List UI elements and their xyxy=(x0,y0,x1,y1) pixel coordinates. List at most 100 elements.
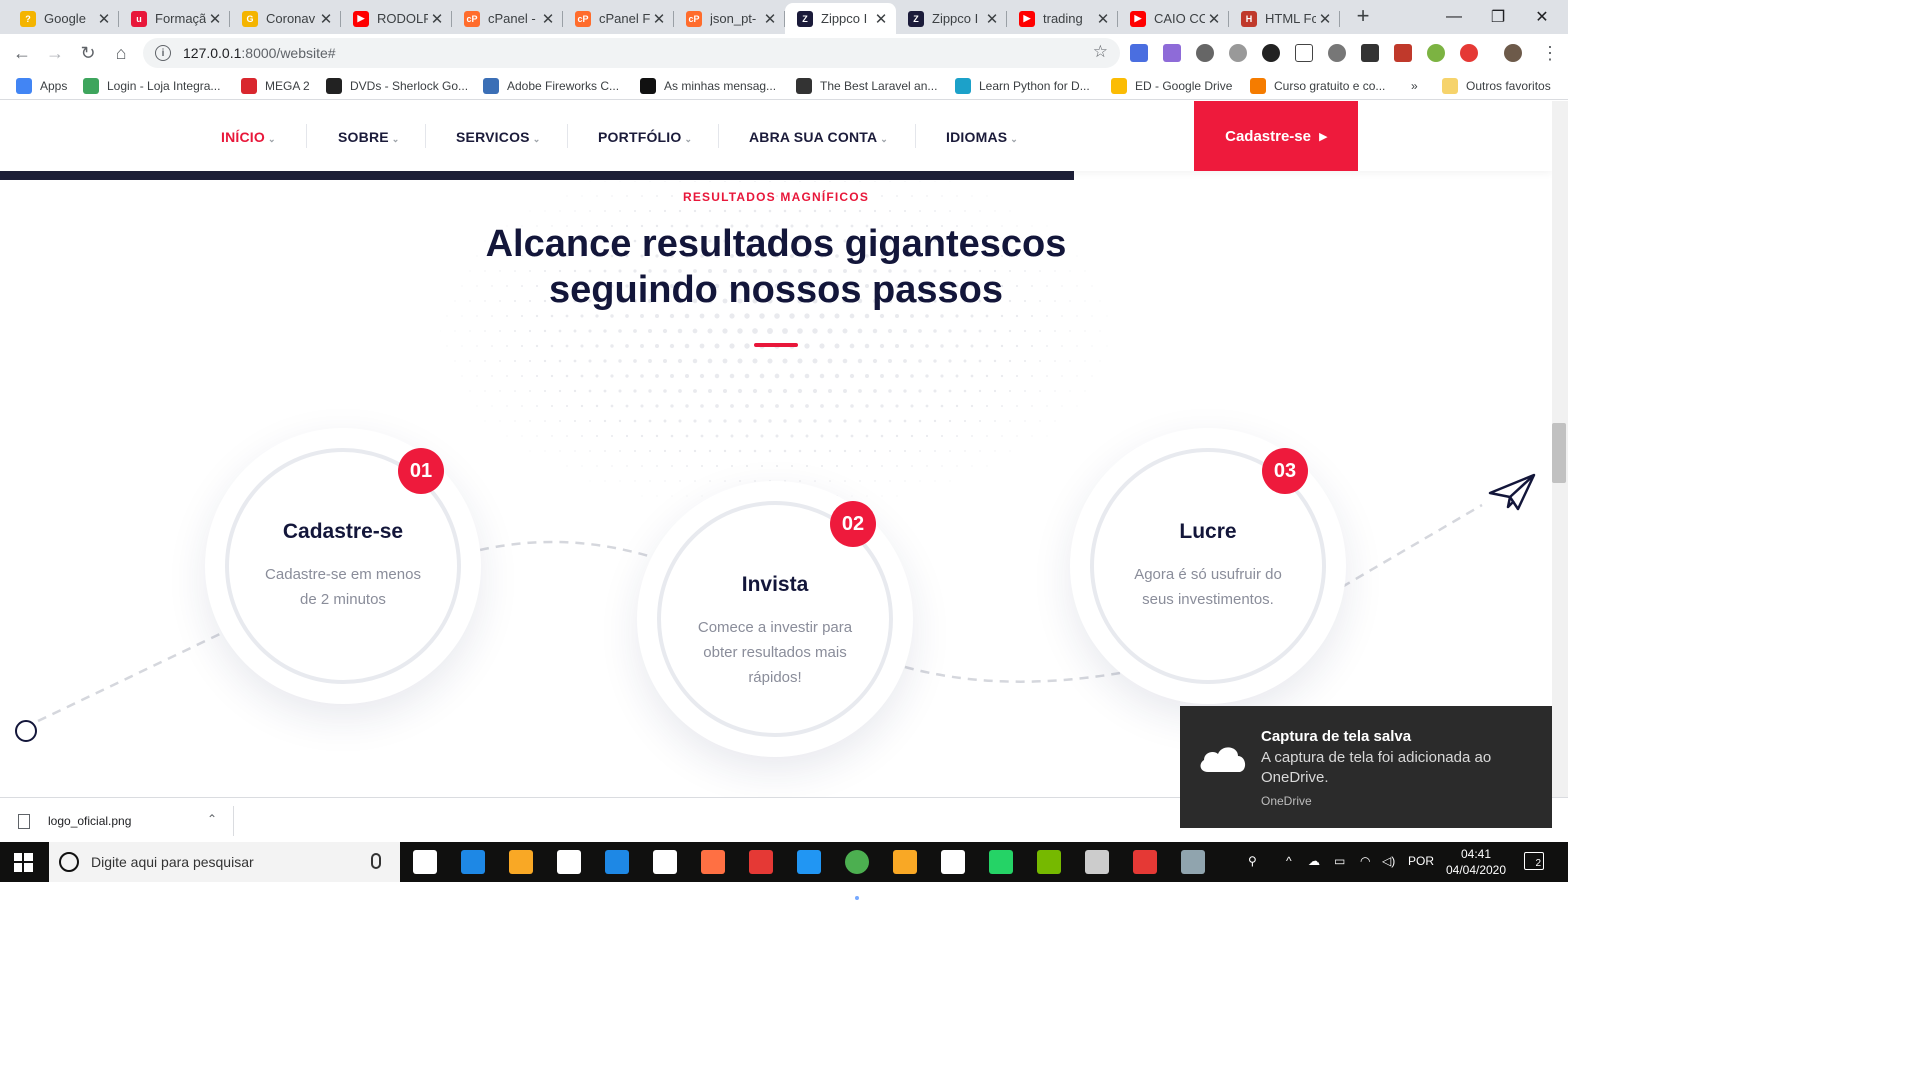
nvidia-icon[interactable] xyxy=(1037,850,1061,874)
bookmark-item[interactable]: Apps xyxy=(16,77,67,95)
show-hidden-icons[interactable]: ^ xyxy=(1286,854,1292,868)
link-extension-icon[interactable] xyxy=(1328,44,1346,62)
site-info-icon[interactable]: i xyxy=(155,45,171,61)
signup-cta-button[interactable]: Cadastre-se ▸ xyxy=(1194,101,1358,171)
new-tab-button[interactable]: + xyxy=(1352,5,1374,28)
browser-tab[interactable]: G Coronav ✕ xyxy=(230,3,341,34)
tab-close-icon[interactable]: ✕ xyxy=(95,10,113,28)
wordpress-icon[interactable] xyxy=(1196,44,1214,62)
nav-item[interactable]: IDIOMAS ⌄ xyxy=(946,129,1018,145)
bookmark-item[interactable]: DVDs - Sherlock Go... xyxy=(326,77,468,95)
bookmark-item[interactable]: Adobe Fireworks C... xyxy=(483,77,619,95)
onedrive-tray-icon[interactable]: ☁ xyxy=(1308,854,1320,868)
windows-start-icon[interactable] xyxy=(14,853,33,872)
postman-icon[interactable] xyxy=(701,850,725,874)
tab-close-icon[interactable]: ✕ xyxy=(539,10,557,28)
tab-close-icon[interactable]: ✕ xyxy=(650,10,668,28)
store-icon[interactable] xyxy=(557,850,581,874)
browser-tab[interactable]: H HTML Fc ✕ xyxy=(1229,3,1340,34)
off-extension-icon[interactable] xyxy=(1361,44,1379,62)
android-extension-icon[interactable] xyxy=(1427,44,1445,62)
browser-tab[interactable]: cP cPanel F ✕ xyxy=(563,3,674,34)
pdf-extension-icon[interactable] xyxy=(1394,44,1412,62)
wifi-icon[interactable]: ◠ xyxy=(1360,854,1370,868)
tab-close-icon[interactable]: ✕ xyxy=(1094,10,1112,28)
onedrive-notification[interactable]: Captura de tela salva A captura de tela … xyxy=(1180,706,1552,828)
minimize-button[interactable]: — xyxy=(1432,0,1476,34)
tab-close-icon[interactable]: ✕ xyxy=(206,10,224,28)
system-clock[interactable]: 04:41 04/04/2020 xyxy=(1444,846,1508,878)
browser-tab[interactable]: cP cPanel - ✕ xyxy=(452,3,563,34)
address-bar[interactable]: i 127.0.0.1:8000/website# ☆ xyxy=(143,38,1120,68)
browser-tab[interactable]: Z Zippco I ✕ xyxy=(896,3,1007,34)
back-icon[interactable]: ← xyxy=(10,41,34,65)
other-bookmarks-folder[interactable]: Outros favoritos xyxy=(1442,77,1551,95)
adblock-extension-icon[interactable] xyxy=(1460,44,1478,62)
tab-close-icon[interactable]: ✕ xyxy=(428,10,446,28)
tab-close-icon[interactable]: ✕ xyxy=(1316,10,1334,28)
people-icon[interactable]: ⚲ xyxy=(1248,854,1257,868)
home-icon[interactable]: ⌂ xyxy=(109,41,133,65)
browser-tab[interactable]: ▶ CAIO CC ✕ xyxy=(1118,3,1229,34)
bookmark-item[interactable]: ED - Google Drive xyxy=(1111,77,1232,95)
nav-item[interactable]: PORTFÓLIO ⌄ xyxy=(598,129,692,145)
app-icon[interactable] xyxy=(1085,850,1109,874)
tab-close-icon[interactable]: ✕ xyxy=(317,10,335,28)
bookmarks-overflow-button[interactable]: » xyxy=(1411,77,1418,95)
battery-icon[interactable]: ▭ xyxy=(1334,854,1345,868)
bookmark-item[interactable]: Curso gratuito e co... xyxy=(1250,77,1385,95)
mail-icon[interactable] xyxy=(605,850,629,874)
bookmark-item[interactable]: Login - Loja Integra... xyxy=(83,77,220,95)
extension-icon-1[interactable] xyxy=(1130,44,1148,62)
settings-extension-icon[interactable] xyxy=(1229,44,1247,62)
notepad-icon[interactable] xyxy=(653,850,677,874)
bookmark-item[interactable]: Learn Python for D... xyxy=(955,77,1090,95)
chrome-icon[interactable] xyxy=(845,850,869,874)
browser-tab[interactable]: u Formaçã ✕ xyxy=(119,3,230,34)
forward-icon[interactable]: → xyxy=(43,41,67,65)
reload-icon[interactable]: ↻ xyxy=(76,41,100,65)
browser-tab[interactable]: ▶ trading ✕ xyxy=(1007,3,1118,34)
scrollbar-thumb[interactable] xyxy=(1552,423,1566,483)
browser-tab[interactable]: Z Zippco I ✕ xyxy=(785,3,896,34)
download-item[interactable]: logo_oficial.png ⌃ xyxy=(18,806,234,836)
microphone-icon[interactable] xyxy=(371,853,381,869)
chevron-up-icon[interactable]: ⌃ xyxy=(207,812,217,826)
tab-close-icon[interactable]: ✕ xyxy=(1205,10,1223,28)
nav-item[interactable]: INÍCIO ⌄ xyxy=(221,129,276,145)
maximize-button[interactable]: ❐ xyxy=(1476,0,1520,34)
tab-close-icon[interactable]: ✕ xyxy=(761,10,779,28)
task-view-icon[interactable] xyxy=(413,850,437,874)
action-center-icon[interactable]: 2 xyxy=(1524,852,1544,870)
taskbar-search-box[interactable]: Digite aqui para pesquisar xyxy=(49,842,400,882)
browser-tab[interactable]: cP json_pt- ✕ xyxy=(674,3,785,34)
bookmark-star-icon[interactable]: ☆ xyxy=(1093,42,1108,62)
download-extension-icon[interactable] xyxy=(1262,44,1280,62)
vscode-icon[interactable] xyxy=(797,850,821,874)
bookmark-item[interactable]: As minhas mensag... xyxy=(640,77,776,95)
browser-tab[interactable]: ? Google ✕ xyxy=(8,3,119,34)
whatsapp-icon[interactable] xyxy=(989,850,1013,874)
git-icon[interactable] xyxy=(749,850,773,874)
file-explorer-icon[interactable] xyxy=(509,850,533,874)
remote-desktop-icon[interactable] xyxy=(1181,850,1205,874)
volume-icon[interactable]: ◁) xyxy=(1382,854,1395,868)
nav-item[interactable]: ABRA SUA CONTA ⌄ xyxy=(749,129,888,145)
json-extension-icon[interactable] xyxy=(1295,44,1313,62)
bookmark-item[interactable]: The Best Laravel an... xyxy=(796,77,937,95)
browser-menu-icon[interactable]: ⋮ xyxy=(1538,41,1562,65)
extension-icon-2[interactable] xyxy=(1163,44,1181,62)
sublime-icon[interactable] xyxy=(893,850,917,874)
bookmark-item[interactable]: MEGA 2 xyxy=(241,77,310,95)
language-indicator[interactable]: POR xyxy=(1408,854,1434,868)
gitkraken-icon[interactable] xyxy=(1133,850,1157,874)
tab-close-icon[interactable]: ✕ xyxy=(872,10,890,28)
profile-avatar[interactable] xyxy=(1504,44,1522,62)
browser-tab[interactable]: ▶ RODOLF ✕ xyxy=(341,3,452,34)
github-icon[interactable] xyxy=(941,850,965,874)
edge-icon[interactable] xyxy=(461,850,485,874)
nav-item[interactable]: SOBRE ⌄ xyxy=(338,129,400,145)
close-window-button[interactable]: ✕ xyxy=(1520,0,1564,34)
tab-close-icon[interactable]: ✕ xyxy=(983,10,1001,28)
nav-item[interactable]: SERVICOS ⌄ xyxy=(456,129,540,145)
